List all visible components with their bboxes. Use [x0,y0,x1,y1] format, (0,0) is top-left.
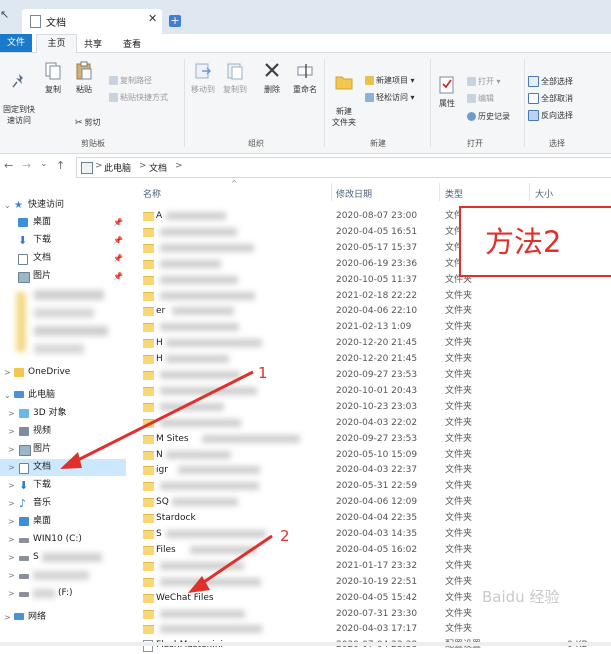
arrow-1-line [69,370,254,466]
horizontal-scrollbar[interactable] [0,642,611,646]
arrow-1-number: 1 [258,364,268,382]
watermark-logo: Baidu 经验 [482,588,560,606]
arrow-1-head [60,452,82,469]
arrow-2-number: 2 [280,527,290,545]
annotation-arrows [60,370,273,593]
arrow-2-line [197,534,273,588]
